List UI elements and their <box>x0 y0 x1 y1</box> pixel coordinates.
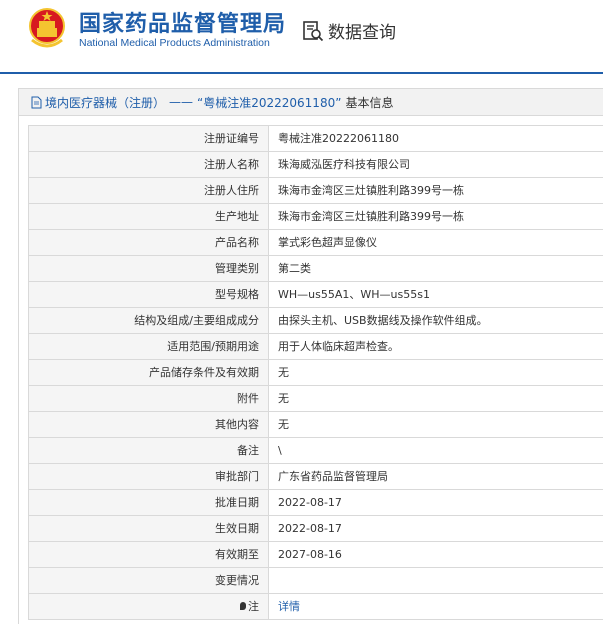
table-row: 结构及组成/主要组成成分 由探头主机、USB数据线及操作软件组成。 <box>28 308 603 334</box>
field-value: 2027-08-16 <box>278 548 342 561</box>
breadcrumb-suffix: 基本信息 <box>345 95 394 110</box>
field-value: 由探头主机、USB数据线及操作软件组成。 <box>278 314 488 327</box>
national-emblem-icon <box>29 8 65 48</box>
field-label: 备注 <box>28 438 269 463</box>
field-label: 变更情况 <box>28 568 269 593</box>
document-icon <box>31 96 42 108</box>
table-row: 注册证编号 粤械注准20222061180 <box>28 126 603 152</box>
field-value: 详情 <box>269 594 603 619</box>
table-row: 变更情况 <box>28 568 603 594</box>
data-query-link[interactable]: 数据查询 <box>302 18 396 43</box>
field-label: 产品名称 <box>28 230 269 255</box>
field-label: 注册证编号 <box>28 126 269 151</box>
org-name-en: National Medical Products Administration <box>79 37 270 49</box>
document-search-icon <box>303 20 324 41</box>
field-value: 珠海市金湾区三灶镇胜利路399号一栋 <box>278 210 464 223</box>
field-label: 其他内容 <box>28 412 269 437</box>
table-row: 审批部门 广东省药品监督管理局 <box>28 464 603 490</box>
breadcrumb-separator: —— <box>169 95 194 109</box>
field-value: 广东省药品监督管理局 <box>278 470 388 483</box>
table-row: 有效期至 2027-08-16 <box>28 542 603 568</box>
field-value <box>269 568 603 593</box>
pin-icon <box>240 602 246 610</box>
table-row: 生效日期 2022-08-17 <box>28 516 603 542</box>
detail-table: 注册证编号 粤械注准20222061180 注册人名称 珠海威泓医疗科技有限公司 注… <box>28 125 603 620</box>
field-value: 无 <box>278 392 289 405</box>
field-value: 无 <box>278 418 289 431</box>
note-label: 注 <box>248 600 259 613</box>
field-label: 生产地址 <box>28 204 269 229</box>
breadcrumb: 境内医疗器械（注册） —— “粤械注准20222061180” 基本信息 <box>19 89 603 116</box>
field-label: 生效日期 <box>28 516 269 541</box>
details-link[interactable]: 详情 <box>278 600 300 613</box>
org-name-cn: 国家药品监督管理局 <box>79 12 287 37</box>
table-row: 管理类别 第二类 <box>28 256 603 282</box>
field-value: 用于人体临床超声检查。 <box>278 340 399 353</box>
table-row: 产品名称 掌式彩色超声显像仪 <box>28 230 603 256</box>
table-row: 注册人住所 珠海市金湾区三灶镇胜利路399号一栋 <box>28 178 603 204</box>
field-label: 注册人住所 <box>28 178 269 203</box>
field-label: 适用范围/预期用途 <box>28 334 269 359</box>
field-value: 掌式彩色超声显像仪 <box>278 236 377 249</box>
field-value: 珠海市金湾区三灶镇胜利路399号一栋 <box>278 184 464 197</box>
field-label: 结构及组成/主要组成成分 <box>28 308 269 333</box>
field-value: \ <box>278 444 282 457</box>
field-value: 粤械注准20222061180 <box>278 132 399 145</box>
field-value: 无 <box>278 366 289 379</box>
field-label: 有效期至 <box>28 542 269 567</box>
field-label: 管理类别 <box>28 256 269 281</box>
table-row: 生产地址 珠海市金湾区三灶镇胜利路399号一栋 <box>28 204 603 230</box>
field-label: 注册人名称 <box>28 152 269 177</box>
table-row: 备注 \ <box>28 438 603 464</box>
table-row: 批准日期 2022-08-17 <box>28 490 603 516</box>
breadcrumb-record: “粤械注准20222061180” <box>197 95 342 110</box>
field-label: 审批部门 <box>28 464 269 489</box>
field-label: 产品储存条件及有效期 <box>28 360 269 385</box>
field-value: 第二类 <box>278 262 311 275</box>
table-row: 其他内容无 <box>28 412 603 438</box>
table-row: 适用范围/预期用途 用于人体临床超声检查。 <box>28 334 603 360</box>
table-row: 注册人名称 珠海威泓医疗科技有限公司 <box>28 152 603 178</box>
field-value: 2022-08-17 <box>278 522 342 535</box>
field-label: 型号规格 <box>28 282 269 307</box>
field-value: 2022-08-17 <box>278 496 342 509</box>
site-header: 国家药品监督管理局 National Medical Products Admi… <box>0 0 603 74</box>
field-label: 注 <box>28 594 269 619</box>
table-row: 产品储存条件及有效期无 <box>28 360 603 386</box>
detail-panel: 境内医疗器械（注册） —— “粤械注准20222061180” 基本信息 注册证… <box>18 88 603 624</box>
breadcrumb-category[interactable]: 境内医疗器械（注册） <box>45 94 165 111</box>
field-value: WH—us55A1、WH—us55s1 <box>278 288 430 301</box>
field-value: 珠海威泓医疗科技有限公司 <box>278 158 410 171</box>
field-label: 附件 <box>28 386 269 411</box>
table-row: 附件无 <box>28 386 603 412</box>
field-label: 批准日期 <box>28 490 269 515</box>
table-row: 注 详情 <box>28 594 603 620</box>
table-row: 型号规格 WH—us55A1、WH—us55s1 <box>28 282 603 308</box>
data-query-label: 数据查询 <box>328 23 396 43</box>
